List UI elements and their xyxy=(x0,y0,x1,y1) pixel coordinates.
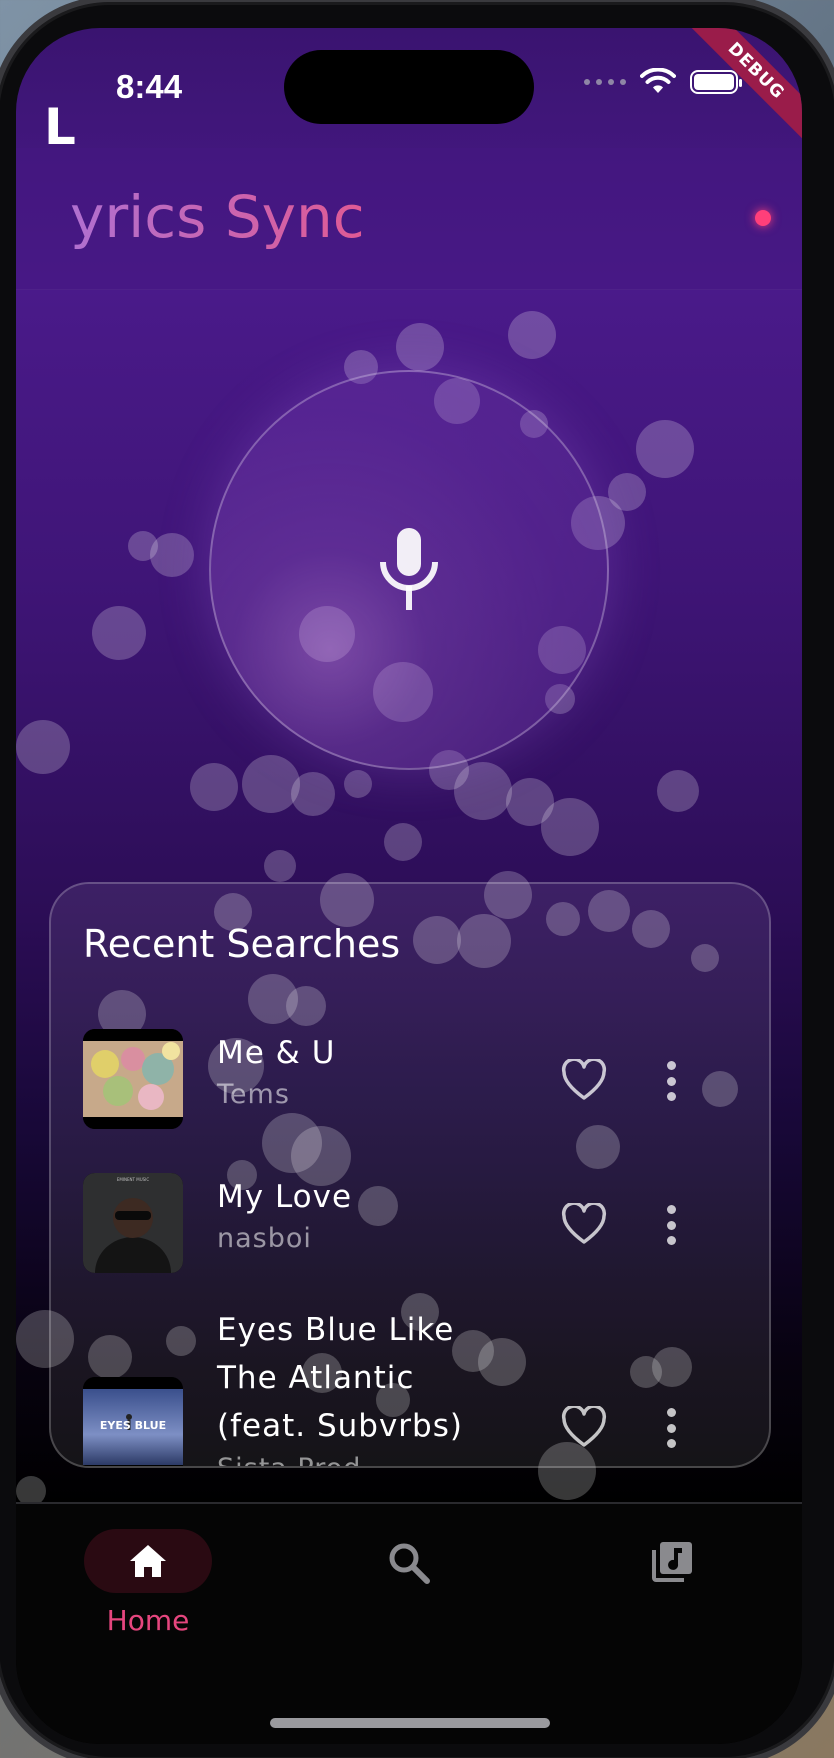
dynamic-island xyxy=(284,50,534,124)
song-title: Me & U xyxy=(217,1035,336,1071)
svg-text:EMINENT MUSIC: EMINENT MUSIC xyxy=(117,1177,149,1182)
phone-frame: 8:44 DEBUG L yrics Sync Recent Searches … xyxy=(0,0,834,1758)
bubble xyxy=(344,770,372,798)
more-options-icon[interactable] xyxy=(665,1205,677,1245)
mic-button[interactable] xyxy=(209,370,609,770)
song-artist: Tems xyxy=(217,1079,290,1110)
album-art: EYES BLUE xyxy=(83,1377,183,1466)
bubble xyxy=(291,772,335,816)
song-title: My Love xyxy=(217,1179,353,1215)
battery-icon xyxy=(690,70,742,94)
status-time: 8:44 xyxy=(116,68,183,105)
bubble xyxy=(506,778,554,826)
bubble xyxy=(454,762,512,820)
microphone-icon xyxy=(380,528,438,610)
recent-item[interactable]: EYES BLUE Eyes Blue Like The Atlantic (f… xyxy=(83,1306,743,1466)
heart-icon[interactable] xyxy=(561,1059,607,1101)
nav-home-label[interactable]: Home xyxy=(76,1604,220,1637)
album-art: EMINENT MUSIC xyxy=(83,1173,183,1273)
heart-icon[interactable] xyxy=(561,1406,607,1448)
app-title: yrics Sync xyxy=(70,183,365,251)
app-screen: 8:44 DEBUG L yrics Sync Recent Searches … xyxy=(16,28,802,1744)
nav-home-button[interactable] xyxy=(84,1529,212,1593)
bubble xyxy=(541,798,599,856)
more-options-icon[interactable] xyxy=(665,1061,677,1101)
svg-text:EYES BLUE: EYES BLUE xyxy=(100,1419,166,1432)
library-music-icon[interactable] xyxy=(650,1540,694,1584)
bubble xyxy=(190,763,238,811)
search-icon[interactable] xyxy=(388,1542,430,1584)
recent-searches-card: Recent Searches Me & U Tems EMINENT MUSI… xyxy=(49,882,771,1468)
bottom-navigation: Home xyxy=(16,1502,802,1744)
song-artist: Sista Prod xyxy=(217,1453,361,1466)
status-indicator-dot xyxy=(755,210,771,226)
recent-item[interactable]: EMINENT MUSIC My Love nasboi xyxy=(83,1173,743,1283)
home-indicator xyxy=(270,1718,550,1728)
bubble xyxy=(150,533,194,577)
bubble xyxy=(128,531,158,561)
bubble xyxy=(242,755,300,813)
bubble xyxy=(16,720,70,774)
heart-icon[interactable] xyxy=(561,1203,607,1245)
wifi-icon xyxy=(640,68,676,93)
bubble xyxy=(92,606,146,660)
bubble xyxy=(396,323,444,371)
more-options-icon[interactable] xyxy=(665,1408,677,1448)
status-icons xyxy=(584,68,742,96)
recent-item[interactable]: Me & U Tems xyxy=(83,1029,743,1139)
bubble xyxy=(264,850,296,882)
bubble xyxy=(636,420,694,478)
bubble xyxy=(657,770,699,812)
bubble xyxy=(384,823,422,861)
bubble xyxy=(608,473,646,511)
recent-searches-title: Recent Searches xyxy=(83,922,401,966)
bubble xyxy=(508,311,556,359)
album-art xyxy=(83,1029,183,1129)
app-bar: yrics Sync xyxy=(16,148,802,290)
song-artist: nasboi xyxy=(217,1223,312,1254)
cellular-signal-icon xyxy=(584,79,626,85)
home-icon xyxy=(130,1545,166,1577)
song-title: Eyes Blue Like The Atlantic (feat. Subvr… xyxy=(217,1312,463,1444)
